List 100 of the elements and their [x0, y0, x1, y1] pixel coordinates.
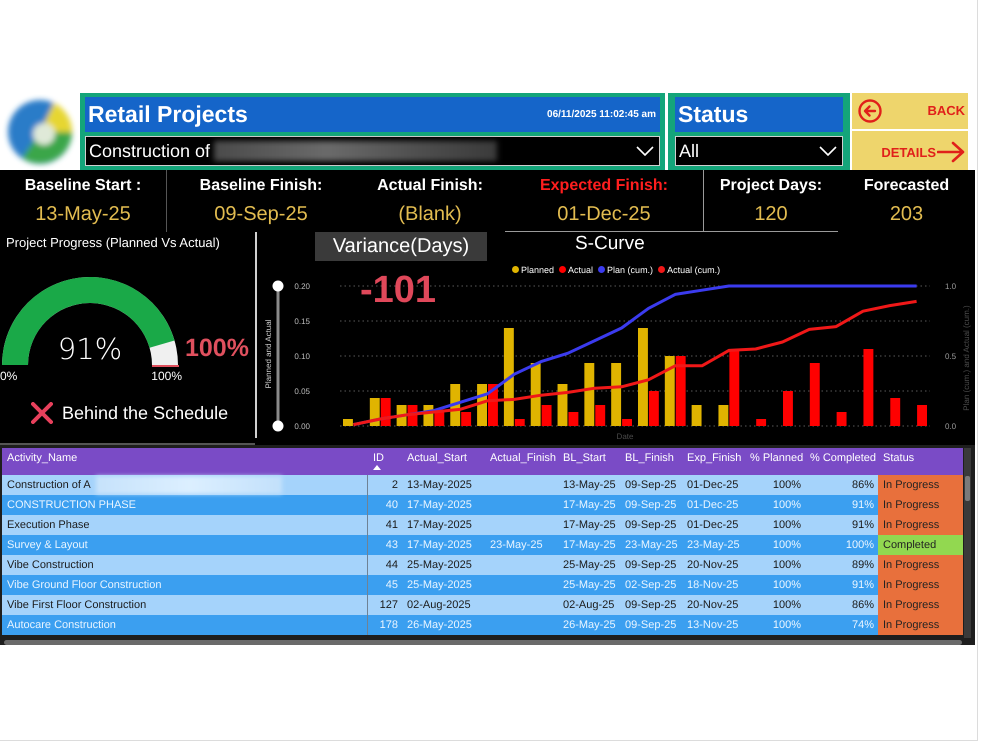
variance-value: -101 — [360, 271, 436, 309]
column-header[interactable]: Activity_Name — [2, 448, 368, 475]
table-cell-text: 45 — [384, 578, 399, 593]
table-cell-text: Vibe First Floor Construction — [6, 598, 148, 613]
table-cell-text: 09-Sep-25 — [624, 618, 678, 633]
chevron-down-icon — [819, 146, 837, 156]
kpi-value: (Blank) — [398, 203, 462, 226]
axis-tick-label: 0.0 — [945, 422, 956, 431]
details-button[interactable]: DETAILS — [852, 130, 968, 170]
table-cell-text: Autocare Construction — [6, 618, 117, 633]
kpi-label: Baseline Finish: — [200, 177, 322, 195]
column-header[interactable]: Actual_Finish — [485, 448, 558, 475]
table-cell-text: 100% — [772, 518, 802, 533]
table-cell-text: 13-Nov-25 — [686, 618, 740, 633]
table-cell-text: 127 — [378, 598, 399, 613]
column-header[interactable]: % Completed — [805, 448, 878, 475]
column-header[interactable]: BL_Start — [558, 448, 620, 475]
table-cell-text: 86% — [850, 598, 875, 613]
table-cell-text: 02-Sep-25 — [624, 578, 678, 593]
vertical-scrollbar[interactable] — [964, 448, 971, 638]
table-cell-text: 09-Sep-25 — [624, 518, 678, 533]
legend-label: Planned — [521, 264, 554, 274]
table-cell-text: 17-May-25 — [562, 518, 617, 533]
kpi-value: 13-May-25 — [35, 203, 131, 226]
scrollbar-thumb[interactable] — [965, 476, 970, 501]
table-cell-text: 91% — [850, 518, 875, 533]
table-cell-text: 25-May-25 — [562, 558, 617, 573]
table-cell-text: 09-Sep-25 — [624, 498, 678, 513]
table-cell-text: 91% — [850, 498, 875, 513]
table-cell-text: Execution Phase — [6, 518, 91, 533]
kpi-value: 203 — [890, 203, 924, 226]
column-header[interactable]: Actual_Start — [402, 448, 485, 475]
status-dropdown[interactable]: All — [675, 136, 843, 166]
column-header[interactable]: ID — [368, 448, 402, 475]
table-cell-text: 23-May-25 — [686, 538, 741, 553]
variance-title: Variance(Days) — [315, 232, 487, 261]
kpi-value: 01-Dec-25 — [557, 203, 651, 226]
legend-label: Plan (cum.) — [607, 264, 654, 274]
sort-ascending-icon — [373, 465, 381, 470]
table-cell-text: 100% — [772, 598, 802, 613]
circle-arrow-left-icon — [858, 98, 882, 123]
horizontal-scrollbar[interactable] — [4, 640, 962, 645]
table-cell-text: 100% — [772, 578, 802, 593]
table-cell-text: 02-Aug-2025 — [406, 598, 472, 613]
axis-title: Plan (cum.) and Actual (cum.) — [962, 305, 971, 411]
table-cell-text: 25-May-2025 — [406, 578, 473, 593]
table-cell-text: Vibe Ground Floor Construction — [6, 578, 162, 593]
table-cell-text: 178 — [378, 618, 399, 633]
table-cell-text: 09-Sep-25 — [624, 558, 678, 573]
axis-title: Planned and Actual — [264, 320, 273, 388]
table-cell-text: 01-Dec-25 — [686, 498, 740, 513]
table-cell-text: 18-Nov-25 — [686, 578, 740, 593]
slider-handle[interactable] — [272, 420, 284, 432]
table-cell-text: 44 — [384, 558, 399, 573]
table-cell-text: 100% — [772, 498, 802, 513]
table-cell-text: 17-May-25 — [562, 498, 617, 513]
kpi-value: 120 — [754, 203, 788, 226]
table-cell-text: 01-Dec-25 — [686, 478, 740, 493]
progress-gauge: 91% — [0, 277, 182, 369]
table-cell-text: 02-Aug-25 — [562, 598, 616, 613]
table-cell-text: 100% — [844, 538, 875, 553]
chevron-down-icon — [636, 146, 654, 156]
axis-tick-label: 0.00 — [294, 422, 310, 431]
table-cell-text: Survey & Layout — [6, 538, 89, 553]
schedule-status: Behind the Schedule — [62, 402, 228, 424]
table-cell-text: 26-May-2025 — [406, 618, 473, 633]
slider-handle[interactable] — [272, 280, 284, 292]
status-cell: In Progress — [878, 515, 963, 535]
table-cell-text: 100% — [772, 558, 802, 573]
table-cell-text: 17-May-25 — [562, 538, 617, 553]
table-cell-text: 13-May-2025 — [406, 478, 473, 493]
arrow-right-icon — [937, 141, 965, 164]
column-header[interactable]: BL_Finish — [620, 448, 682, 475]
table-cell-text: 86% — [850, 478, 875, 493]
status-cell: In Progress — [878, 555, 963, 575]
column-header[interactable]: Status — [878, 448, 963, 475]
table-cell-text: 23-May-25 — [624, 538, 679, 553]
axis-tick-label: 0.20 — [294, 282, 310, 291]
table-cell-text: 09-Sep-25 — [624, 598, 678, 613]
legend-label: Actual — [568, 264, 594, 274]
kpi-label: Forecasted — [864, 177, 950, 195]
status-cell: In Progress — [878, 495, 963, 515]
axis-tick-label: 1.0 — [945, 282, 956, 291]
table-cell-text: 2 — [390, 478, 399, 493]
table-cell-text: 01-Dec-25 — [686, 518, 740, 533]
table-cell-text: 40 — [384, 498, 399, 513]
table-cell-text: Vibe Construction — [6, 558, 95, 573]
project-dropdown[interactable]: Construction of — [85, 136, 660, 166]
column-header[interactable]: % Planned — [745, 448, 805, 475]
table-cell-text: 74% — [850, 618, 875, 633]
back-button[interactable]: BACK — [852, 93, 968, 128]
axis-tick-label: 0.5 — [945, 352, 956, 361]
table-cell-text: 26-May-25 — [562, 618, 617, 633]
table-cell-text: CONSTRUCTION PHASE — [6, 498, 137, 513]
status-cell: Completed — [878, 535, 963, 555]
timestamp: 06/11/2025 11:02:45 am — [547, 109, 656, 120]
column-header[interactable]: Exp_Finish — [682, 448, 745, 475]
table-cell-text: 100% — [772, 618, 802, 633]
axis-title: Date — [616, 432, 634, 441]
gauge-title: Project Progress (Planned Vs Actual) — [6, 235, 221, 250]
